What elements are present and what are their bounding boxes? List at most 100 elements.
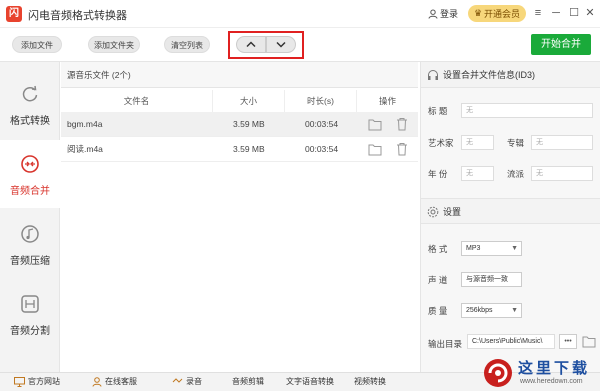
watermark-url: www.heredown.com bbox=[520, 378, 583, 385]
move-up-button[interactable] bbox=[236, 36, 266, 53]
title-bar: 闪 闪电音频格式转换器 登录 ♛ 开通会员 ≡ ─ ☐ ✕ bbox=[0, 0, 600, 28]
genre-label: 流派 bbox=[507, 169, 525, 179]
file-size: 3.59 MB bbox=[233, 119, 265, 129]
artist-label: 艺术家 bbox=[428, 138, 454, 148]
column-header-duration[interactable]: 时长(s) bbox=[285, 90, 357, 112]
file-list-header: 源音乐文件 (2个) bbox=[61, 62, 418, 88]
settings-title: 设置 bbox=[443, 207, 462, 217]
file-name: bgm.m4a bbox=[67, 119, 103, 129]
merge-info-title: 设置合并文件信息(ID3) bbox=[443, 70, 535, 80]
app-title: 闪电音频格式转换器 bbox=[28, 10, 127, 22]
toolbar: 添加文件 添加文件夹 清空列表 开始合并 bbox=[0, 28, 600, 62]
audio-edit-link[interactable]: 音频剪辑 bbox=[232, 376, 264, 387]
sidebar: 格式转换 音频合并 音频压缩 音频分割 bbox=[0, 62, 60, 372]
tts-link[interactable]: 文字语音转换 bbox=[286, 376, 334, 387]
online-service-link[interactable]: 在线客服 bbox=[92, 376, 137, 387]
video-convert-link[interactable]: 视频转换 bbox=[354, 376, 386, 387]
title-input[interactable]: 无 bbox=[461, 103, 593, 118]
channel-label: 声 道 bbox=[428, 275, 448, 285]
channel-select[interactable]: 与源音频一致 bbox=[461, 272, 522, 287]
refresh-icon bbox=[22, 85, 38, 102]
sidebar-item-label: 音频分割 bbox=[10, 326, 50, 337]
menu-icon[interactable]: ≡ bbox=[530, 5, 546, 21]
user-icon bbox=[428, 9, 438, 19]
caret-down-icon: ▼ bbox=[511, 245, 518, 252]
open-folder-icon[interactable] bbox=[582, 335, 596, 348]
year-input[interactable]: 无 bbox=[461, 166, 494, 181]
output-dir-input[interactable]: C:\Users\Public\Music\ bbox=[467, 334, 555, 349]
watermark-text: 这里下载 bbox=[518, 359, 591, 377]
website-link[interactable]: 官方网站 bbox=[14, 376, 60, 387]
caret-down-icon: ▼ bbox=[511, 307, 518, 314]
maximize-button[interactable]: ☐ bbox=[566, 5, 582, 21]
album-input[interactable]: 无 bbox=[531, 135, 593, 150]
format-select[interactable]: MP3 ▼ bbox=[461, 241, 522, 256]
artist-input[interactable]: 无 bbox=[461, 135, 494, 150]
sidebar-item-label: 音频合并 bbox=[10, 186, 50, 197]
record-label: 录音 bbox=[186, 377, 202, 386]
column-header-filename[interactable]: 文件名 bbox=[61, 90, 213, 112]
login-button[interactable]: 登录 bbox=[428, 7, 458, 20]
minimize-button[interactable]: ─ bbox=[548, 5, 564, 21]
vip-button[interactable]: ♛ 开通会员 bbox=[468, 5, 526, 22]
headphones-icon bbox=[428, 70, 438, 80]
output-dir-label: 输出目录 bbox=[428, 339, 463, 349]
clear-list-button[interactable]: 清空列表 bbox=[164, 36, 210, 53]
sidebar-item-label: 格式转换 bbox=[10, 116, 50, 127]
quality-label: 质 量 bbox=[428, 306, 448, 316]
title-label: 标 题 bbox=[428, 106, 448, 116]
music-note-icon bbox=[21, 225, 39, 243]
folder-icon[interactable] bbox=[368, 118, 382, 131]
watermark: 这里下载 www.heredown.com bbox=[482, 355, 600, 391]
app-logo: 闪 bbox=[6, 6, 22, 22]
genre-input[interactable]: 无 bbox=[531, 166, 593, 181]
sidebar-item-label: 音频压缩 bbox=[10, 256, 50, 267]
chevron-up-icon bbox=[246, 41, 256, 48]
record-link[interactable]: 录音 bbox=[172, 376, 202, 387]
quality-select[interactable]: 256kbps ▼ bbox=[461, 303, 522, 318]
channel-value: 与源音频一致 bbox=[466, 276, 508, 283]
trash-icon[interactable] bbox=[396, 117, 408, 131]
watermark-logo-icon bbox=[484, 359, 512, 387]
sidebar-item-audio-merge[interactable]: 音频合并 bbox=[0, 140, 60, 208]
column-header-actions: 操作 bbox=[378, 96, 396, 106]
format-label: 格 式 bbox=[428, 244, 448, 254]
sidebar-item-audio-compress[interactable]: 音频压缩 bbox=[0, 210, 60, 278]
service-icon bbox=[92, 376, 102, 387]
album-label: 专辑 bbox=[507, 138, 525, 148]
table-row[interactable]: 阅读.m4a 3.59 MB 00:03:54 bbox=[61, 137, 418, 162]
file-name: 阅读.m4a bbox=[67, 144, 103, 154]
trash-icon[interactable] bbox=[396, 142, 408, 156]
table-row[interactable]: bgm.m4a 3.59 MB 00:03:54 bbox=[61, 112, 418, 137]
browse-more-button[interactable]: ••• bbox=[559, 334, 577, 349]
settings-section-header: 设置 bbox=[421, 198, 600, 224]
add-folder-button[interactable]: 添加文件夹 bbox=[88, 36, 140, 53]
close-button[interactable]: ✕ bbox=[582, 5, 598, 21]
gear-icon bbox=[427, 206, 439, 218]
file-list-panel: 源音乐文件 (2个) 文件名 大小 时长(s) 操作 bgm.m4a 3.59 … bbox=[61, 62, 418, 372]
file-duration: 00:03:54 bbox=[305, 119, 339, 129]
add-file-button[interactable]: 添加文件 bbox=[12, 36, 62, 53]
settings-panel: 设置合并文件信息(ID3) 标 题 无 艺术家 无 专辑 无 年 份 无 流派 … bbox=[420, 62, 600, 372]
sidebar-item-audio-split[interactable]: 音频分割 bbox=[0, 280, 60, 348]
column-header-size[interactable]: 大小 bbox=[213, 90, 285, 112]
website-label: 官方网站 bbox=[28, 377, 60, 386]
vip-label: 开通会员 bbox=[484, 9, 521, 19]
year-label: 年 份 bbox=[428, 169, 448, 179]
login-label: 登录 bbox=[440, 9, 459, 19]
split-icon bbox=[21, 295, 39, 313]
merge-info-section-header: 设置合并文件信息(ID3) bbox=[421, 62, 600, 88]
crown-icon: ♛ bbox=[473, 8, 483, 18]
online-service-label: 在线客服 bbox=[105, 377, 137, 386]
sidebar-item-format-convert[interactable]: 格式转换 bbox=[0, 70, 60, 138]
file-size: 3.59 MB bbox=[233, 144, 265, 154]
move-down-button[interactable] bbox=[266, 36, 296, 53]
start-merge-button[interactable]: 开始合并 bbox=[531, 34, 591, 55]
format-value: MP3 bbox=[466, 245, 481, 252]
merge-icon bbox=[21, 155, 39, 173]
folder-icon[interactable] bbox=[368, 143, 382, 156]
monitor-icon bbox=[14, 376, 25, 387]
quality-value: 256kbps bbox=[466, 307, 493, 314]
chevron-down-icon bbox=[276, 41, 286, 48]
file-duration: 00:03:54 bbox=[305, 144, 339, 154]
